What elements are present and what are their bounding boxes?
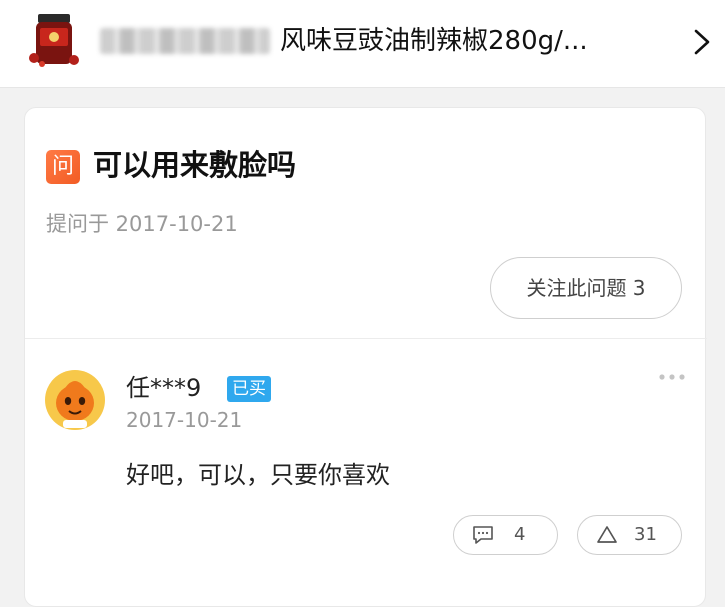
question-badge: 问 <box>46 150 80 184</box>
upvote-button[interactable]: 31 <box>577 515 682 555</box>
more-options-icon[interactable] <box>658 372 686 382</box>
follow-question-button[interactable]: 关注此问题 3 <box>490 257 682 319</box>
upvote-count: 31 <box>634 524 657 545</box>
bought-badge: 已买 <box>227 376 271 402</box>
avatar[interactable] <box>45 370 105 430</box>
question-date: 提问于 2017-10-21 <box>46 212 238 236</box>
blurred-shop-name <box>100 28 270 54</box>
divider <box>25 338 707 339</box>
question-title: 可以用来敷脸吗 <box>93 148 297 182</box>
qa-card: 问 可以用来敷脸吗 提问于 2017-10-21 关注此问题 3 任***9 已… <box>24 107 707 607</box>
answer-username: 任***9 <box>126 374 202 402</box>
answer-text: 好吧，可以，只要你喜欢 <box>126 461 390 489</box>
chevron-right-icon[interactable] <box>690 28 714 56</box>
product-header[interactable]: 风味豆豉油制辣椒280g/... <box>0 0 725 88</box>
comment-button[interactable]: 4 <box>453 515 558 555</box>
comment-icon <box>473 526 493 544</box>
upvote-triangle-icon <box>597 526 617 543</box>
product-jar-icon <box>29 14 79 67</box>
product-title[interactable]: 风味豆豉油制辣椒280g/... <box>280 24 640 58</box>
answer-date: 2017-10-21 <box>126 408 243 432</box>
comment-count: 4 <box>514 524 526 545</box>
